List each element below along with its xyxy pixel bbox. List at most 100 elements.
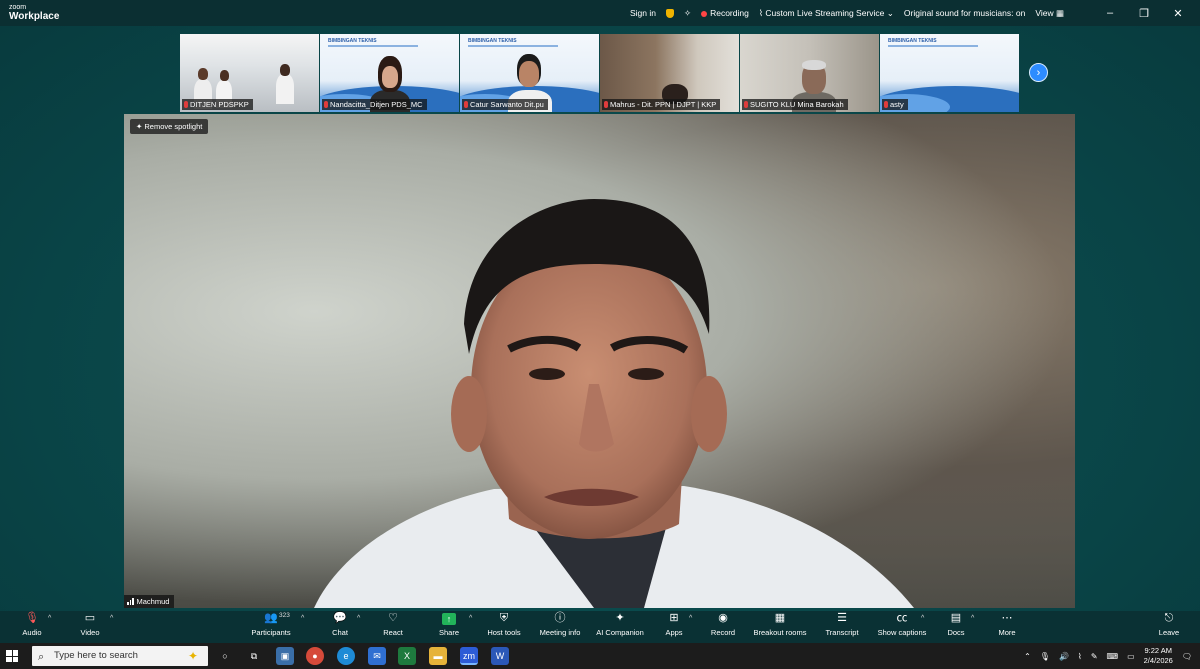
taskbar-clock[interactable]: 9:22 AM 2/4/2026 (1144, 646, 1173, 666)
document-icon: ▤ (950, 612, 962, 624)
sign-in-link[interactable]: Sign in (630, 8, 656, 18)
clock-time: 9:22 AM (1144, 646, 1172, 655)
speaker-name-tag: Machmud (124, 595, 175, 608)
audio-options-chevron-icon[interactable]: ^ (48, 615, 51, 622)
leave-button[interactable]: ⎋ Leave (1139, 612, 1199, 637)
microphone-icon[interactable]: 🎙 (1040, 652, 1050, 661)
react-button[interactable]: ♡ React (363, 612, 423, 637)
more-button[interactable]: ⋯ More (977, 612, 1037, 637)
store-icon[interactable]: ▣ (276, 647, 294, 665)
record-button[interactable]: ◉ Record (693, 612, 753, 637)
muted-mic-icon (604, 101, 608, 108)
view-label: View (1035, 7, 1054, 18)
remove-spotlight-button[interactable]: ✦ Remove spotlight (130, 119, 209, 134)
network-icon[interactable]: ⌇ (1078, 652, 1082, 661)
task-view-icon[interactable]: ⧉ (245, 647, 263, 665)
file-explorer-icon[interactable]: ▬ (429, 647, 447, 665)
next-page-arrow-icon[interactable]: › (1029, 63, 1048, 82)
excel-icon[interactable]: X (398, 647, 416, 665)
chat-button[interactable]: 💬 Chat (310, 612, 370, 637)
edge-icon[interactable]: e (337, 647, 355, 665)
participant-name-tag: Mahrus - Dit. PPN | DJPT | KKP (602, 99, 721, 110)
slide-text-line (888, 45, 978, 47)
participant-thumbnail[interactable]: BIMBINGAN TEKNIS Nandacitta_Ditjen PDS_M… (320, 34, 459, 112)
slide-text-line (328, 45, 418, 47)
participant-name-tag: Nandacitta_Ditjen PDS_MC (322, 99, 427, 110)
streaming-indicator[interactable]: ⌇ Custom Live Streaming Service ⌄ (759, 8, 894, 19)
participant-thumbnail[interactable]: BIMBINGAN TEKNIS Catur Sarwanto Dit.pu (460, 34, 599, 112)
signal-bars-icon (127, 598, 134, 605)
system-tray: ⌃ 🎙 🔊 ⌇ ✎ ⌨ ▭ 9:22 AM 2/4/2026 🗨 (1024, 643, 1200, 669)
cortana-icon[interactable]: ○ (216, 647, 234, 665)
gallery-strip: DITJEN PDSPKP BIMBINGAN TEKNIS Nandacitt… (180, 34, 1020, 112)
video-options-chevron-icon[interactable]: ^ (110, 615, 113, 622)
title-bar: zoom Workplace Sign in ✧ Recording ⌇ Cus… (0, 0, 1200, 26)
participants-icon: 👥 (264, 612, 278, 624)
word-icon[interactable]: W (491, 647, 509, 665)
pen-icon[interactable]: ✎ (1091, 652, 1098, 661)
meeting-info-button[interactable]: ⓘ Meeting info (530, 612, 590, 637)
participant-name-tag: Catur Sarwanto Dit.pu (462, 99, 548, 110)
display-icon[interactable]: ▭ (1127, 652, 1135, 661)
ai-companion-button[interactable]: ✦ AI Companion (590, 612, 650, 637)
ai-sparkle-icon: ✦ (615, 612, 625, 624)
participant-count-badge: 323 (279, 612, 290, 619)
host-tools-button[interactable]: ⛨ Host tools (474, 612, 534, 637)
apps-chevron-icon[interactable]: ^ (689, 615, 692, 622)
leave-icon: ⎋ (1164, 612, 1174, 624)
recording-indicator[interactable]: Recording (701, 8, 749, 18)
slide-text-line (468, 45, 558, 47)
search-icon: ⌕ (38, 651, 45, 663)
close-icon[interactable]: ✕ (1166, 7, 1190, 20)
speaker-figure (314, 199, 914, 608)
muted-mic-icon: 🎙 (25, 612, 39, 624)
slide-heading: BIMBINGAN TEKNIS (468, 38, 517, 44)
windows-start-icon[interactable] (6, 650, 18, 662)
restore-icon[interactable]: ❐ (1132, 7, 1156, 20)
zoom-app-icon[interactable]: zm (460, 647, 478, 665)
keyboard-icon[interactable]: ⌨ (1107, 652, 1119, 661)
grid-icon: ▦ (1055, 7, 1064, 18)
muted-mic-icon (464, 101, 468, 108)
breakout-rooms-button[interactable]: ▦ Breakout rooms (750, 612, 810, 637)
chat-chevron-icon[interactable]: ^ (357, 615, 360, 622)
volume-icon[interactable]: 🔊 (1059, 652, 1069, 661)
zoom-logo: zoom Workplace (9, 3, 60, 22)
original-sound-toggle[interactable]: Original sound for musicians: on (904, 8, 1025, 18)
meeting-toolbar: 🎙 Audio ^ ▭ Video ^ 👥 Participants 323 ^… (0, 611, 1200, 643)
minimize-icon[interactable]: – (1098, 7, 1122, 19)
participant-thumbnail[interactable]: DITJEN PDSPKP (180, 34, 319, 112)
windows-taskbar: ⌕ Type here to search ✦ ○ ⧉ ▣ ● e ✉ X ▬ … (0, 643, 1200, 669)
heart-icon: ♡ (388, 612, 398, 624)
participant-thumbnail[interactable]: BIMBINGAN TEKNIS asty (880, 34, 1019, 112)
taskbar-search-box[interactable]: ⌕ Type here to search ✦ (32, 646, 208, 666)
logo-bottom-text: Workplace (9, 11, 60, 22)
security-shield-icon[interactable] (665, 8, 674, 18)
chevron-down-icon: ⌄ (886, 7, 894, 18)
participant-name-tag: asty (882, 99, 908, 110)
transcript-button[interactable]: ☰ Transcript (812, 612, 872, 637)
chrome-icon[interactable]: ● (306, 647, 324, 665)
notification-icon[interactable]: 🗨 (1182, 652, 1192, 661)
docs-chevron-icon[interactable]: ^ (971, 615, 974, 622)
participant-thumbnail[interactable]: Mahrus - Dit. PPN | DJPT | KKP (600, 34, 739, 112)
captions-icon: ㏄ (896, 612, 908, 624)
recording-label: Recording (710, 8, 749, 18)
view-menu[interactable]: View ▦ (1035, 8, 1064, 19)
clock-date: 2/4/2026 (1143, 656, 1173, 665)
audio-button[interactable]: 🎙 Audio (2, 612, 62, 637)
more-icon: ⋯ (1001, 612, 1013, 624)
ai-sparkle-icon[interactable]: ✧ (684, 8, 691, 19)
participant-name-tag: SUGITO KLU Mina Barokah (742, 99, 848, 110)
record-icon: ◉ (718, 612, 728, 624)
participants-button[interactable]: 👥 Participants 323 (241, 612, 301, 637)
participants-chevron-icon[interactable]: ^ (301, 615, 304, 622)
slide-heading: BIMBINGAN TEKNIS (328, 38, 377, 44)
recording-dot-icon (701, 10, 708, 17)
tray-chevron-up-icon[interactable]: ⌃ (1024, 652, 1031, 661)
participant-thumbnail[interactable]: SUGITO KLU Mina Barokah (740, 34, 879, 112)
captions-chevron-icon[interactable]: ^ (921, 615, 924, 622)
share-chevron-icon[interactable]: ^ (469, 615, 472, 622)
breakout-rooms-icon: ▦ (774, 612, 786, 624)
mail-icon[interactable]: ✉ (368, 647, 386, 665)
